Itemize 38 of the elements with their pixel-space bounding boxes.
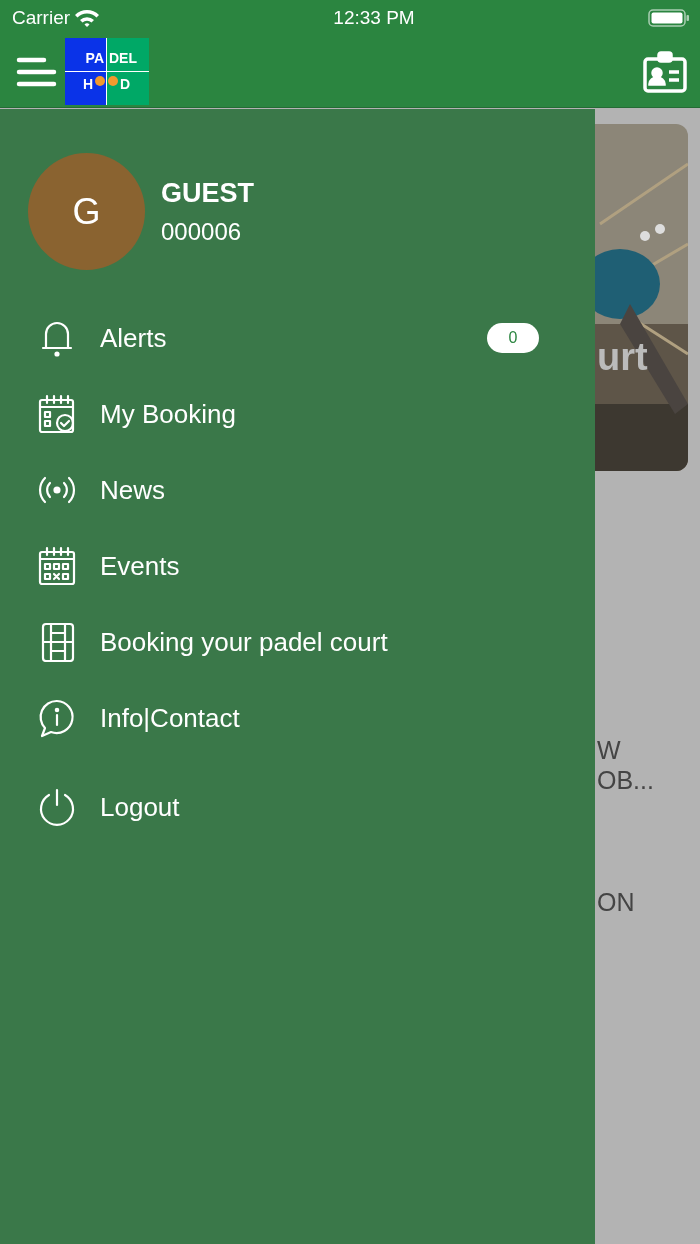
wifi-icon — [74, 8, 101, 28]
menu-item[interactable]: News — [0, 452, 595, 528]
background-text: W — [597, 738, 621, 763]
battery-icon — [648, 8, 690, 28]
calendar-icon — [38, 546, 76, 586]
count-badge: 0 — [487, 323, 539, 353]
menu-item[interactable]: Alerts 0 — [0, 300, 595, 376]
background-text: ON — [597, 890, 635, 915]
logo-text: H — [82, 74, 93, 94]
menu-label: Booking your padel court — [100, 625, 389, 659]
menu-item[interactable]: Logout — [0, 769, 595, 845]
power-icon — [38, 787, 76, 827]
menu-label: Alerts — [100, 321, 168, 355]
info-icon — [38, 698, 76, 738]
logo-text: DEL — [109, 48, 137, 68]
menu-item[interactable]: Info|Contact — [0, 680, 595, 756]
menu-icon[interactable] — [16, 56, 57, 87]
ball-icon — [95, 75, 105, 86]
ball-icon — [108, 75, 118, 86]
menu-item[interactable]: My Booking — [0, 376, 595, 452]
menu-label: Info|Contact — [100, 701, 241, 735]
menu-label: Logout — [100, 790, 181, 824]
card-title: urt — [597, 338, 648, 376]
profile-name: GUEST — [161, 177, 254, 211]
logo-text: PA — [85, 48, 104, 68]
background-text: OB... — [597, 768, 654, 793]
profile-number: 000006 — [161, 216, 243, 247]
status-time: 12:33 PM — [333, 5, 415, 30]
id-card-icon[interactable] — [642, 50, 688, 93]
calendar-icon — [38, 394, 76, 434]
menu-item[interactable]: Booking your padel court — [0, 604, 595, 680]
menu-label: Events — [100, 549, 181, 583]
menu-item[interactable]: Events — [0, 528, 595, 604]
logo-text: D — [120, 74, 131, 94]
avatar: G — [28, 153, 145, 270]
menu-label: My Booking — [100, 397, 237, 431]
carrier-name: Carrier — [12, 5, 71, 30]
menu-label: News — [100, 473, 166, 507]
